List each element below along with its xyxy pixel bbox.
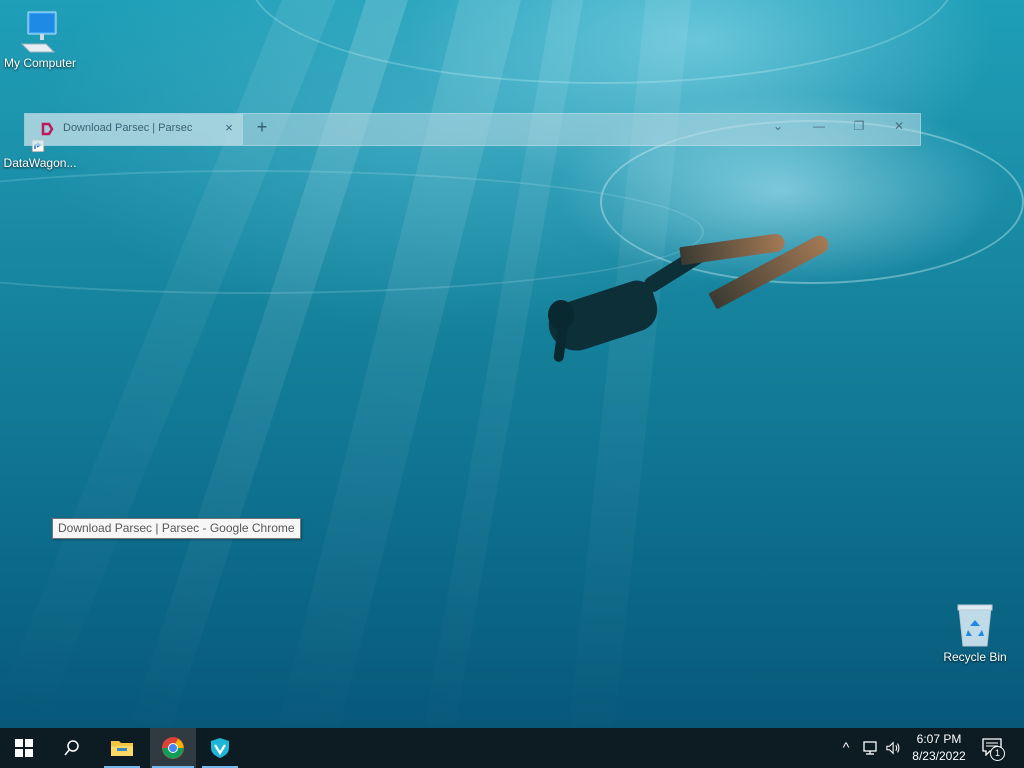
new-tab-button[interactable]: +	[253, 117, 271, 138]
chrome-tab[interactable]: Download Parsec | Parsec ×	[25, 114, 243, 145]
recycle-bin-icon	[957, 604, 993, 647]
chrome-window-tabstrip[interactable]: Download Parsec | Parsec × + ⌄ — ❐ ✕	[24, 113, 921, 146]
start-button[interactable]	[4, 728, 44, 768]
search-button[interactable]	[52, 728, 92, 768]
tab-search-dropdown-icon[interactable]: ⌄	[770, 119, 786, 133]
notification-count-badge: 1	[990, 746, 1005, 761]
close-window-button[interactable]: ✕	[891, 119, 907, 133]
desktop-icon-label: My Computer	[3, 56, 77, 70]
folder-icon	[111, 741, 133, 756]
desktop-icon-label: Recycle Bin	[943, 650, 1007, 664]
surface-ripple	[0, 170, 704, 294]
taskbar-tooltip: Download Parsec | Parsec - Google Chrome	[52, 518, 301, 539]
tab-close-icon[interactable]: ×	[221, 120, 237, 135]
volume-icon[interactable]	[886, 740, 902, 756]
taskbar: ^ 6:07 PM 8/23/2022 1	[0, 728, 1024, 768]
taskbar-clock[interactable]: 6:07 PM 8/23/2022	[904, 731, 974, 765]
windows-logo-icon	[15, 739, 33, 757]
computer-icon	[20, 11, 57, 53]
taskbar-google-chrome[interactable]	[150, 728, 196, 768]
desktop-icon-recycle-bin[interactable]: Recycle Bin	[935, 602, 1015, 664]
desktop-icon-label: DataWagon...	[3, 156, 77, 170]
tab-title: Download Parsec | Parsec	[63, 122, 193, 134]
search-icon	[64, 740, 79, 756]
show-hidden-icons-chevron-icon[interactable]: ^	[838, 739, 854, 755]
clock-time: 6:07 PM	[916, 732, 962, 746]
vpn-shield-icon	[211, 738, 229, 758]
chrome-icon	[162, 737, 184, 759]
action-center-button[interactable]: 1	[980, 736, 1006, 761]
taskbar-file-explorer[interactable]	[102, 728, 142, 768]
parsec-favicon-icon	[41, 122, 54, 136]
network-icon[interactable]	[862, 740, 878, 756]
restore-button[interactable]: ❐	[851, 119, 867, 133]
taskbar-vpn-app[interactable]	[200, 728, 240, 768]
desktop-icon-my-computer[interactable]: My Computer	[0, 10, 80, 70]
clock-date: 8/23/2022	[912, 749, 966, 763]
minimize-button[interactable]: —	[811, 119, 827, 133]
desktop-wallpaper: My Computer DataWagon... Recycle Bin Dow…	[0, 0, 1024, 728]
light-ray	[564, 0, 695, 728]
